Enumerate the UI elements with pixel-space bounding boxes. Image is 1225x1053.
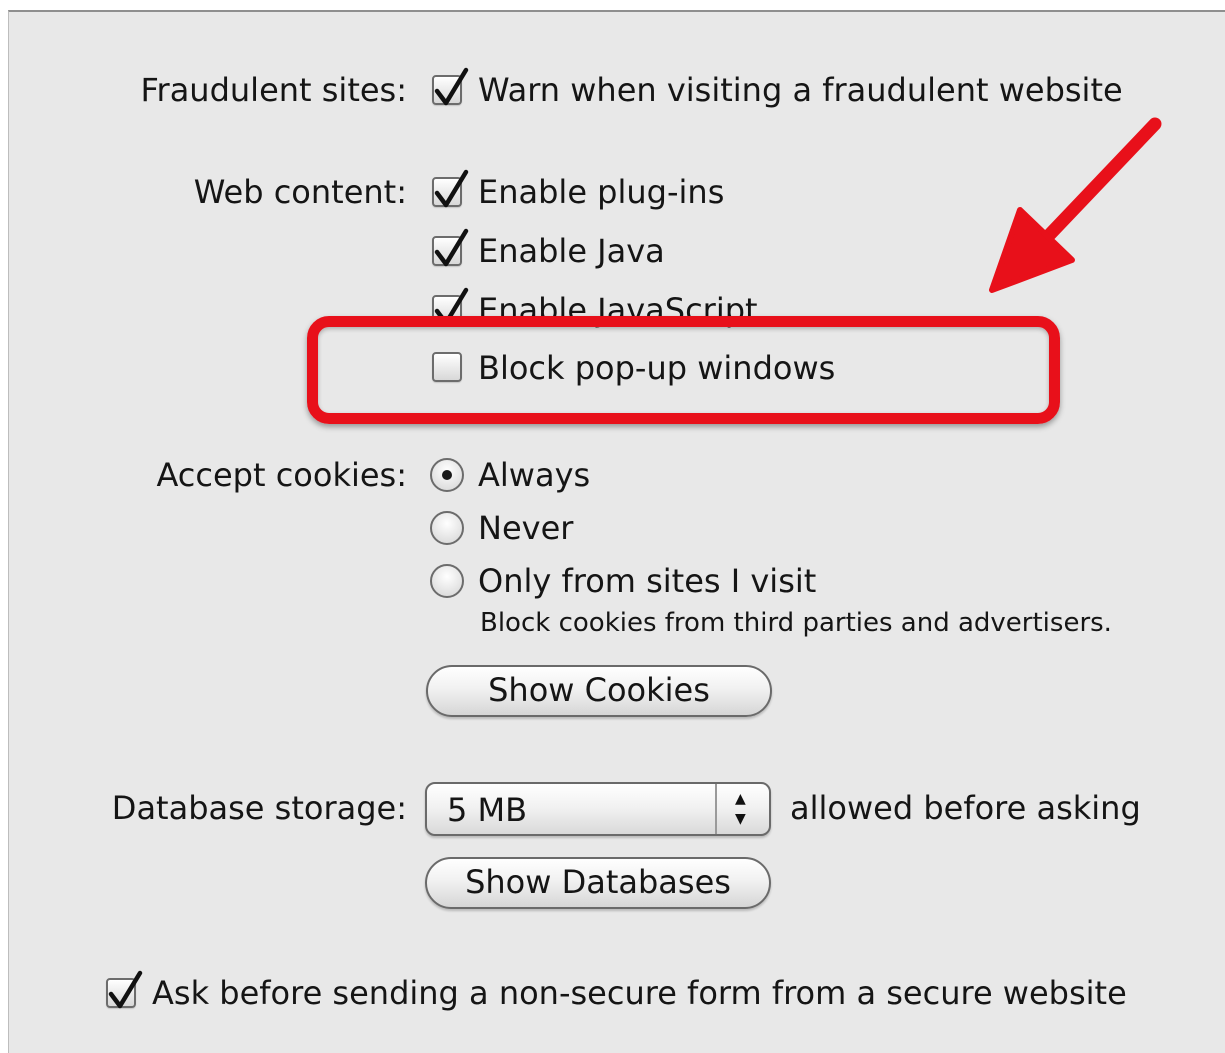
cookies-always-option[interactable]: Always: [478, 455, 590, 495]
cookies-never-radio[interactable]: [430, 511, 464, 545]
enable-java-checkbox[interactable]: [432, 228, 469, 267]
nonsecure-form-checkbox[interactable]: [106, 970, 143, 1009]
database-storage-label: Database storage:: [111, 789, 407, 827]
checkmark-icon: [434, 169, 469, 208]
enable-java-option[interactable]: Enable Java: [478, 231, 665, 271]
checkmark-icon: [108, 970, 143, 1009]
accept-cookies-label: Accept cookies:: [156, 456, 407, 494]
cookies-only-visited-option[interactable]: Only from sites I visit: [478, 561, 816, 601]
nonsecure-form-option[interactable]: Ask before sending a non-secure form fro…: [152, 973, 1127, 1013]
database-suffix: allowed before asking: [790, 789, 1141, 827]
enable-plugins-checkbox[interactable]: [432, 169, 469, 208]
checkmark-icon: [434, 228, 469, 267]
enable-plugins-option[interactable]: Enable plug-ins: [478, 172, 724, 212]
fraudulent-warning-option[interactable]: Warn when visiting a fraudulent website: [478, 70, 1123, 110]
fraudulent-sites-label: Fraudulent sites:: [140, 71, 407, 109]
database-size-value: 5 MB: [447, 791, 528, 829]
fraudulent-warning-checkbox[interactable]: [432, 67, 469, 106]
database-size-select[interactable]: 5 MB ▲ ▼: [425, 782, 771, 836]
show-cookies-button[interactable]: Show Cookies: [426, 665, 772, 717]
cookies-note: Block cookies from third parties and adv…: [480, 608, 1112, 638]
cookies-always-radio[interactable]: [430, 458, 464, 492]
cookies-only-visited-radio[interactable]: [430, 564, 464, 598]
stepper-icon[interactable]: ▲ ▼: [715, 784, 769, 834]
show-databases-button[interactable]: Show Databases: [425, 857, 771, 909]
highlight-box: [307, 316, 1060, 424]
web-content-label: Web content:: [193, 173, 407, 211]
checkmark-icon: [434, 67, 469, 106]
cookies-never-option[interactable]: Never: [478, 508, 573, 548]
arrow-icon: [989, 117, 1162, 293]
